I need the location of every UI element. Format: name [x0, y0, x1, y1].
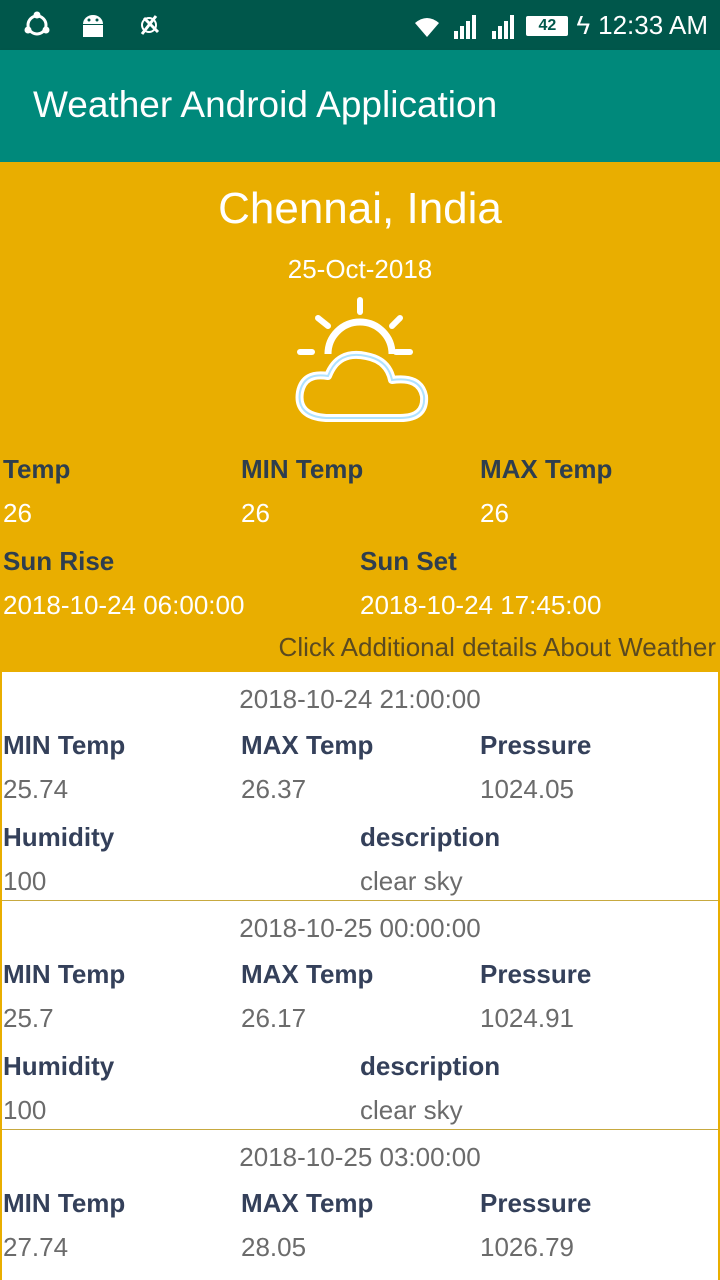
sunrise-value: 2018-10-24 06:00:00 — [3, 590, 245, 620]
min-temp-value: 25.74 — [3, 774, 69, 804]
min-temp-label: MIN Temp — [3, 730, 126, 760]
max-temp-label: MAX Temp — [241, 730, 374, 760]
max-temp-value: 26.37 — [241, 774, 307, 804]
wifi-icon — [415, 17, 440, 37]
min-temp-label: MIN Temp — [3, 1188, 126, 1218]
pressure-value: 1024.91 — [480, 1003, 574, 1033]
min-temp-value: 26 — [241, 498, 270, 528]
max-temp-label: MAX Temp — [241, 1188, 374, 1218]
max-temp-value: 26.17 — [241, 1003, 307, 1033]
android-icon — [83, 15, 103, 37]
pressure-value: 1024.05 — [480, 774, 574, 804]
signal-icon — [454, 14, 477, 39]
additional-details-link[interactable]: Click Additional details About Weather — [279, 632, 716, 663]
current-date: 25-Oct-2018 — [287, 254, 433, 284]
humidity-label: Humidity — [3, 1051, 115, 1081]
status-time: 12:33 AM — [598, 10, 708, 40]
sunrise-label: Sun Rise — [3, 546, 115, 576]
forecast-card[interactable]: 2018-10-25 00:00:00 MIN Temp MAX Temp Pr… — [2, 901, 718, 1130]
min-temp-value: 27.74 — [3, 1232, 69, 1262]
forecast-timestamp: 2018-10-25 00:00:00 — [239, 913, 481, 943]
forecast-timestamp: 2018-10-24 21:00:00 — [239, 684, 481, 714]
charging-icon: ϟ — [576, 10, 591, 40]
humidity-value: 100 — [3, 1095, 47, 1125]
status-bar: 42 ϟ 12:33 AM — [0, 0, 720, 50]
forecast-card[interactable]: 2018-10-24 21:00:00 MIN Temp MAX Temp Pr… — [2, 672, 718, 901]
description-value: clear sky — [360, 866, 463, 896]
signal-4g-icon — [492, 14, 515, 39]
pressure-value: 1026.79 — [480, 1232, 574, 1262]
pressure-label: Pressure — [480, 1188, 592, 1218]
sync-icon — [24, 11, 50, 36]
max-temp-value: 26 — [480, 498, 509, 528]
sunset-label: Sun Set — [360, 546, 457, 576]
battery-icon: 42 — [526, 15, 569, 36]
forecast-card[interactable]: 2018-10-25 03:00:00 MIN Temp MAX Temp Pr… — [2, 1130, 718, 1280]
no-notification-icon — [140, 15, 160, 35]
max-temp-label: MAX Temp — [480, 454, 613, 484]
humidity-label: Humidity — [3, 822, 115, 852]
max-temp-label: MAX Temp — [241, 959, 374, 989]
sunset-value: 2018-10-24 17:45:00 — [360, 590, 602, 620]
description-label: description — [360, 1051, 501, 1081]
description-label: description — [360, 822, 501, 852]
forecast-timestamp: 2018-10-25 03:00:00 — [239, 1142, 481, 1172]
forecast-list[interactable]: 2018-10-24 21:00:00 MIN Temp MAX Temp Pr… — [0, 672, 720, 1280]
city-name: Chennai, India — [218, 184, 502, 233]
min-temp-label: MIN Temp — [3, 959, 126, 989]
humidity-value: 100 — [3, 866, 47, 896]
min-temp-value: 25.7 — [3, 1003, 54, 1033]
max-temp-value: 28.05 — [241, 1232, 307, 1262]
min-temp-label: MIN Temp — [241, 454, 364, 484]
current-weather-panel: Chennai, India 25-Oct-2018 Temp MIN Temp… — [0, 162, 720, 672]
temp-value: 26 — [3, 498, 32, 528]
temp-label: Temp — [3, 454, 71, 484]
pressure-label: Pressure — [480, 959, 592, 989]
pressure-label: Pressure — [480, 730, 592, 760]
app-bar: Weather Android Application — [0, 50, 720, 162]
app-title: Weather Android Application — [33, 84, 498, 125]
partly-cloudy-icon — [295, 297, 429, 422]
description-value: clear sky — [360, 1095, 463, 1125]
